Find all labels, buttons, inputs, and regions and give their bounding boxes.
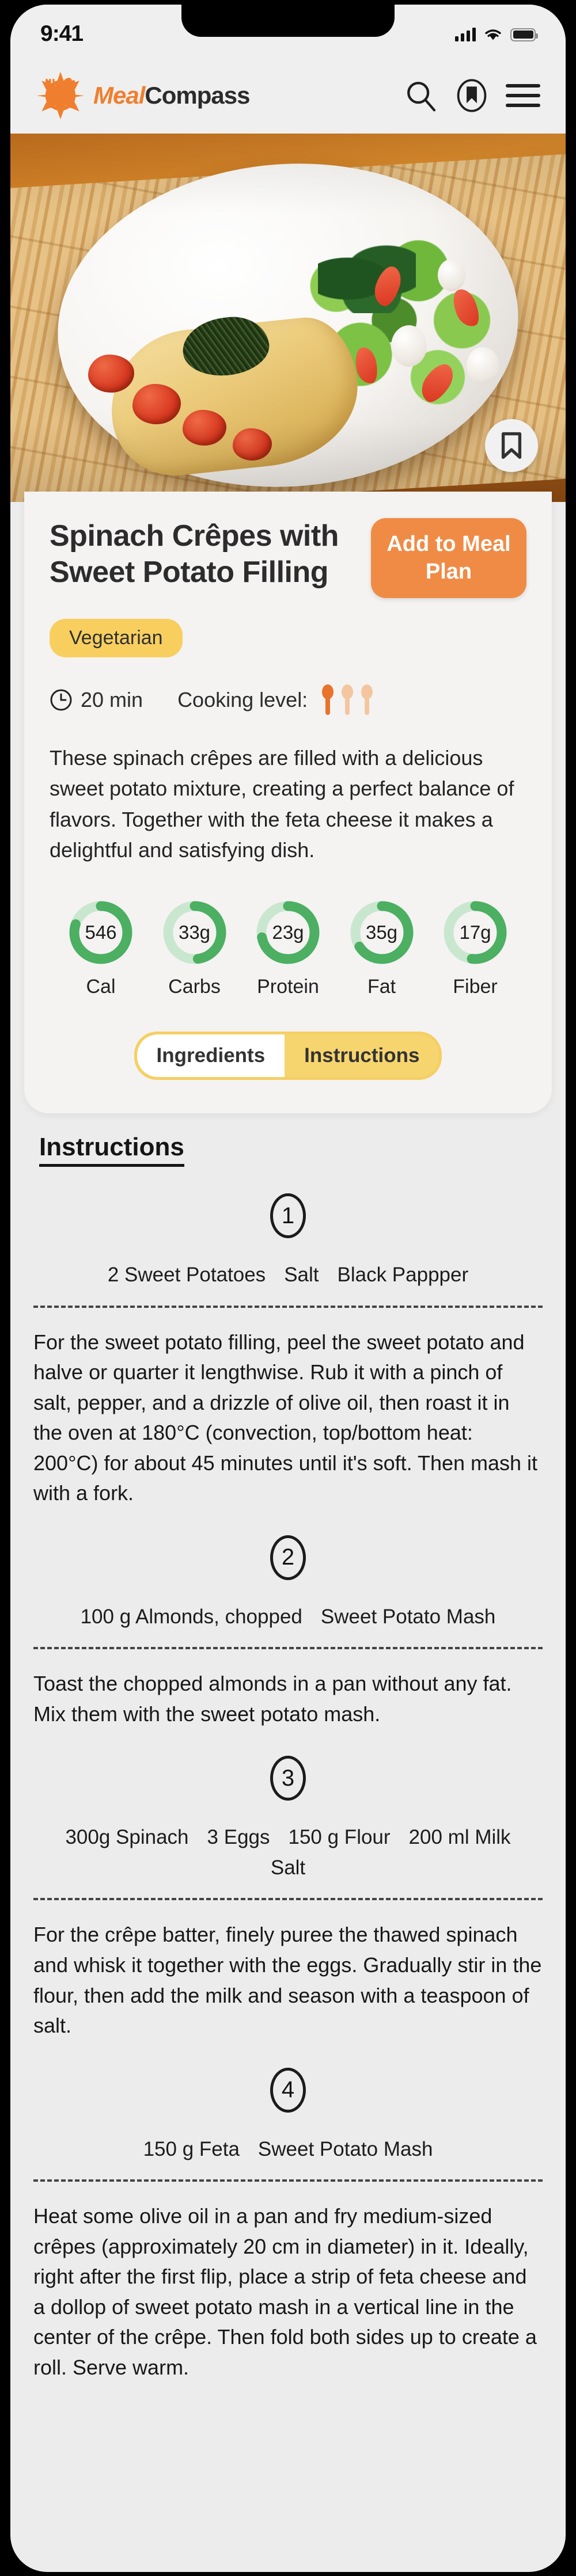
recipe-card: Spinach Crêpes with Sweet Potato Filling… — [24, 492, 552, 1114]
wifi-icon — [485, 29, 501, 40]
nutrition-ring: 546 — [67, 899, 135, 967]
step-ingredient: 200 ml Milk — [408, 1826, 511, 1849]
step-text: Heat some olive oil in a pan and fry med… — [33, 2204, 537, 2379]
nutrition-label: Protein — [257, 976, 319, 998]
title-row: Spinach Crêpes with Sweet Potato Filling… — [50, 518, 526, 598]
search-icon[interactable] — [404, 79, 438, 112]
bookmark-circle-icon[interactable] — [455, 79, 488, 112]
step-divider — [33, 2179, 543, 2182]
nutrition-ring: 35g — [348, 899, 416, 967]
recipe-meta: 20 min Cooking level: — [50, 684, 526, 716]
prep-time-label: 20 min — [81, 688, 143, 711]
prep-time: 20 min — [50, 688, 143, 712]
spoon-icon — [322, 684, 334, 715]
step-divider — [33, 1647, 543, 1650]
app-bar-actions — [404, 79, 540, 112]
step-ingredient: 2 Sweet Potatoes — [107, 1264, 266, 1287]
nutrition-ring: 23g — [254, 899, 322, 967]
instruction-step: 3 300g Spinach 3 Eggs 150 g Flour 200 ml Mil… — [33, 1756, 543, 2041]
step-ingredient: 100 g Almonds, chopped — [80, 1605, 302, 1628]
steps-list: 1 2 Sweet Potatoes Salt Black Pappper For th… — [33, 1193, 543, 2383]
phone-frame: 9:41 MealCompass Spinach Crêpes with Swe… — [10, 5, 566, 2572]
step-ingredients: 2 Sweet Potatoes Salt Black Pappper — [33, 1260, 543, 1291]
nutrition-label: Carbs — [168, 976, 221, 998]
instruction-step: 1 2 Sweet Potatoes Salt Black Pappper For th… — [33, 1193, 543, 1509]
nutrition-item: 17g Fiber — [441, 899, 509, 998]
nutrition-value: 35g — [365, 922, 398, 943]
brand-wordmark: MealCompass — [93, 82, 250, 109]
nutrition-ring: 17g — [441, 899, 509, 967]
cooking-level-label: Cooking level: — [177, 688, 308, 711]
spoon-icon — [361, 684, 373, 715]
step-ingredient: Sweet Potato Mash — [320, 1605, 496, 1628]
nutrition-item: 23g Protein — [254, 899, 322, 998]
add-to-meal-plan-button[interactable]: Add to Meal Plan — [371, 518, 526, 598]
nutrition-label: Cal — [86, 976, 116, 998]
instruction-step: 2 100 g Almonds, chopped Sweet Potato Mash… — [33, 1535, 543, 1730]
step-divider — [33, 1305, 543, 1308]
step-ingredient: Salt — [270, 1856, 306, 1879]
instruction-step: 4 150 g Feta Sweet Potato Mash Heat some ol… — [33, 2067, 543, 2383]
cooking-level: Cooking level: — [177, 684, 374, 716]
step-number: 3 — [270, 1756, 306, 1801]
step-text: For the crêpe batter, finely puree the t… — [33, 1923, 542, 2038]
nutrition-value: 23g — [272, 922, 304, 943]
nutrition-value: 33g — [178, 922, 211, 943]
status-bar-time: 9:41 — [40, 21, 84, 46]
notch — [181, 5, 395, 37]
brand-logo[interactable]: MealCompass — [36, 71, 250, 120]
cellular-bars-icon — [455, 28, 476, 41]
step-ingredient: Black Pappper — [337, 1264, 469, 1287]
step-text: Toast the chopped almonds in a pan witho… — [33, 1672, 512, 1726]
save-recipe-button[interactable] — [485, 419, 538, 472]
instructions-section: Instructions 1 2 Sweet Potatoes Salt Black … — [10, 1113, 566, 2406]
cooking-level-spoons — [320, 684, 374, 716]
step-ingredient: 3 Eggs — [207, 1826, 270, 1849]
bookmark-icon — [501, 432, 522, 459]
step-ingredient: Sweet Potato Mash — [257, 2137, 433, 2160]
step-ingredients: 300g Spinach 3 Eggs 150 g Flour 200 ml Milk… — [33, 1822, 543, 1883]
tab-instructions[interactable]: Instructions — [285, 1034, 439, 1078]
battery-full-icon — [510, 28, 538, 41]
spoon-icon — [342, 684, 354, 715]
nutrition-item: 546 Cal — [67, 899, 135, 998]
nutrition-value: 17g — [459, 922, 491, 943]
step-ingredient: 300g Spinach — [65, 1826, 189, 1849]
nutrition-label: Fiber — [453, 976, 498, 998]
content-tabs: Ingredients Instructions — [134, 1032, 442, 1080]
hero-overlay — [10, 134, 566, 502]
step-text: For the sweet potato filling, peel the s… — [33, 1330, 538, 1505]
brand-name-compass: Compass — [145, 82, 250, 109]
step-number: 1 — [270, 1193, 306, 1239]
clock-icon — [50, 689, 72, 711]
hamburger-menu-icon[interactable] — [506, 84, 540, 107]
app-bar: MealCompass — [10, 58, 566, 134]
step-ingredient: 150 g Feta — [143, 2137, 240, 2160]
step-ingredient: Salt — [284, 1264, 319, 1287]
tab-ingredients[interactable]: Ingredients — [137, 1034, 285, 1078]
meal-compass-logo-icon — [36, 71, 85, 120]
instructions-heading: Instructions — [39, 1133, 184, 1167]
step-ingredients: 150 g Feta Sweet Potato Mash — [33, 2134, 543, 2165]
step-divider — [33, 1898, 543, 1901]
status-bar-indicators — [455, 28, 538, 41]
nutrition-summary: 546 Cal 33g Carbs 23g Protein 35g Fat 17g Fiber — [67, 899, 509, 998]
nutrition-value: 546 — [85, 922, 117, 943]
nutrition-item: 33g Carbs — [161, 899, 229, 998]
nutrition-item: 35g Fat — [348, 899, 416, 998]
hero-image — [10, 134, 566, 502]
step-ingredients: 100 g Almonds, chopped Sweet Potato Mash — [33, 1602, 543, 1633]
page-title: Spinach Crêpes with Sweet Potato Filling — [50, 519, 339, 589]
status-bar: 9:41 — [10, 5, 566, 58]
brand-name-meal: Meal — [93, 82, 145, 109]
step-number: 2 — [270, 1535, 306, 1580]
recipe-description: These spinach crêpes are filled with a d… — [50, 746, 514, 862]
diet-tag-badge: Vegetarian — [50, 619, 183, 657]
nutrition-label: Fat — [367, 976, 396, 998]
nutrition-ring: 33g — [161, 899, 229, 967]
step-number: 4 — [270, 2067, 306, 2113]
step-ingredient: 150 g Flour — [288, 1826, 391, 1849]
